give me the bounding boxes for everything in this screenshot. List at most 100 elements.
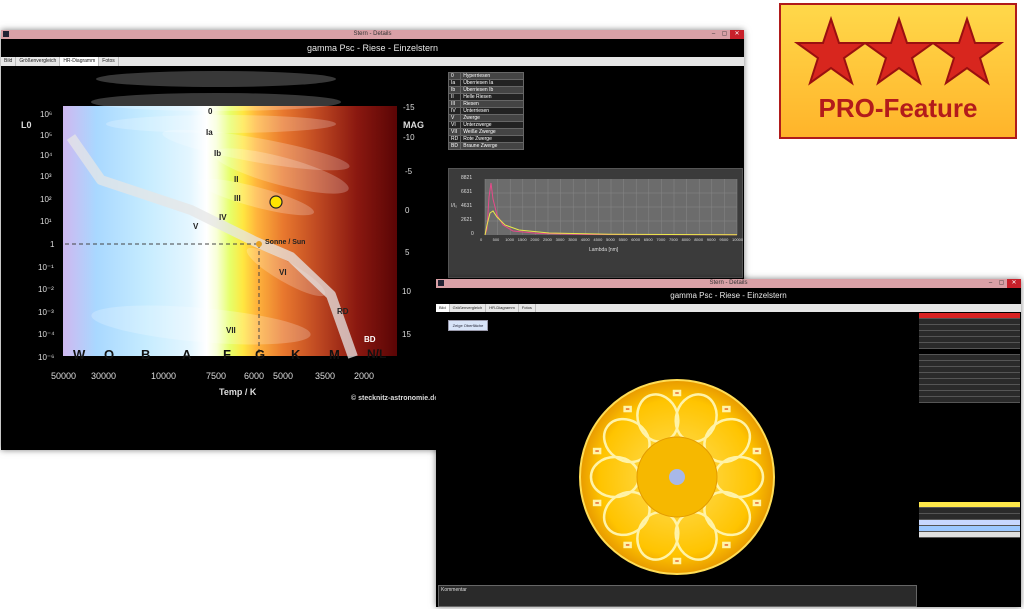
legend-code: Ib — [447, 86, 462, 94]
surface-marker — [672, 557, 682, 565]
legend-row: Ia Überriesen Ia — [447, 79, 525, 87]
tab-groessenvergleich[interactable]: Größenvergleich — [450, 304, 487, 312]
legend-code: V — [447, 114, 462, 122]
stars-graphic — [793, 15, 1005, 86]
lumclass-label: VII — [226, 326, 236, 335]
maximize-button[interactable]: ▢ — [996, 279, 1007, 288]
legend-code: II — [447, 93, 462, 101]
spectrum-x-tick: 2000 — [530, 237, 540, 242]
legend-code: III — [447, 100, 462, 108]
surface-marker — [722, 541, 731, 549]
comment-box[interactable]: Kommentar — [438, 585, 917, 607]
legend-info-panel — [919, 502, 1020, 538]
legend-desc: Hyperriesen — [460, 72, 525, 80]
star-icon — [861, 15, 937, 86]
mag-axis-label: MAG — [403, 120, 424, 130]
window-titlebar[interactable]: Stern - Details – ▢ ✕ — [436, 279, 1021, 288]
tab-hr-diagramm[interactable]: HR-Diagramm — [60, 57, 100, 66]
spectrum-x-tick: 9500 — [719, 237, 729, 242]
spectrum-y-label: I/I₀ — [451, 203, 458, 209]
tab-bild[interactable]: Bild — [436, 304, 450, 312]
lum-tick: 10⁻⁴ — [38, 330, 55, 339]
lumclass-label: Ia — [206, 128, 213, 137]
star-icon — [793, 15, 869, 86]
temp-tick: 2000 — [354, 371, 375, 381]
mag-tick: 0 — [405, 206, 410, 215]
lumclass-label: V — [193, 222, 199, 231]
lumclass-label: III — [234, 194, 241, 203]
star-marker[interactable] — [269, 195, 283, 209]
spectral-class: A — [182, 347, 192, 362]
temp-tick: 6000 — [244, 371, 265, 381]
spectrum-x-tick: 3500 — [568, 237, 578, 242]
temp-tick: 5000 — [273, 371, 294, 381]
mag-tick: -15 — [403, 103, 415, 112]
spectrum-x-tick: 4000 — [580, 237, 590, 242]
tab-bild[interactable]: Bild — [1, 57, 17, 66]
spectrum-x-tick: 9000 — [706, 237, 716, 242]
show-surface-button[interactable]: Zeige Oberfläche — [448, 320, 488, 331]
star-subtitle: gamma Psc - Riese - Einzelstern — [436, 288, 1021, 304]
tab-groessenvergleich[interactable]: Größenvergleich — [16, 57, 61, 66]
lum-class-legend: 0 Hyperriesen Ia Überriesen Ia Ib Überriese… — [447, 72, 525, 150]
temp-tick: 50000 — [51, 371, 77, 381]
spectrum-x-tick: 10000 — [732, 237, 744, 242]
tab-fotos[interactable]: Fotos — [99, 57, 119, 66]
app-icon — [3, 31, 9, 37]
spectrum-x-tick: 6000 — [631, 237, 641, 242]
temp-tick: 7500 — [206, 371, 227, 381]
spectrum-y-tick: 0 — [471, 231, 474, 237]
lumclass-label: 0 — [208, 107, 213, 116]
lumclass-label: II — [234, 175, 239, 184]
legend-code: VII — [447, 128, 462, 136]
sun-label: Sonne / Sun — [265, 239, 306, 246]
temp-axis-label: Temp / K — [219, 387, 257, 397]
spectrum-x-tick: 6500 — [643, 237, 653, 242]
lum-tick: 10⁻² — [38, 285, 54, 294]
tab-fotos[interactable]: Fotos — [519, 304, 536, 312]
legend-desc: Rote Zwerge — [460, 135, 525, 143]
temp-tick: 30000 — [91, 371, 117, 381]
spectrum-x-tick: 2500 — [543, 237, 552, 242]
lum-tick: 10¹ — [40, 217, 52, 226]
surface-marker — [722, 405, 731, 413]
spectrum-y-tick: 4631 — [461, 203, 473, 209]
mag-tick: 5 — [405, 248, 410, 257]
window-titlebar[interactable]: Stern - Details – ▢ ✕ — [1, 30, 744, 39]
legend-code: Ia — [447, 79, 462, 87]
legend-code: IV — [447, 107, 462, 115]
legend-row: IV Unterriesen — [447, 107, 525, 115]
close-button[interactable]: ✕ — [1007, 279, 1021, 288]
lum-tick: 10⁻³ — [38, 308, 54, 317]
star-core — [669, 469, 685, 485]
lumclass-label: Ib — [214, 149, 222, 158]
spectrum-x-tick: 5500 — [618, 237, 628, 242]
legend-desc: Unterriesen — [460, 107, 525, 115]
copyright-text: © stecknitz-astronomie.de — [351, 395, 439, 402]
band-ia — [91, 93, 341, 111]
legend-row: RD Rote Zwerge — [447, 135, 525, 143]
close-button[interactable]: ✕ — [730, 30, 744, 39]
tab-hr-diagramm[interactable]: HR-Diagramm — [486, 304, 519, 312]
spectrum-y-tick: 8821 — [461, 175, 473, 181]
spectrum-x-tick: 8000 — [681, 237, 691, 242]
minimize-button[interactable]: – — [985, 279, 996, 288]
spectrum-x-tick: 7000 — [656, 237, 666, 242]
mag-tick: -10 — [403, 133, 415, 142]
lum-tick: 1 — [50, 240, 55, 249]
lum-tick: 10⁶ — [40, 110, 53, 119]
lum-tick: 10⁻⁶ — [38, 353, 55, 362]
spectrum-x-label: Lambda [nm] — [589, 247, 619, 253]
star-icon — [929, 15, 1005, 86]
spectrum-y-tick: 2621 — [461, 217, 473, 223]
sun-marker — [256, 241, 262, 247]
legend-desc: Zwerge — [460, 114, 525, 122]
maximize-button[interactable]: ▢ — [719, 30, 730, 39]
star-surface-render — [579, 379, 775, 575]
minimize-button[interactable]: – — [708, 30, 719, 39]
lum-tick: 10⁵ — [40, 131, 53, 140]
legend-row: Ib Überriesen Ib — [447, 86, 525, 94]
tab-bar: Bild Größenvergleich HR-Diagramm Fotos — [1, 57, 744, 66]
spectrum-x-tick: 4500 — [593, 237, 603, 242]
star-subtitle: gamma Psc - Riese - Einzelstern — [1, 39, 744, 57]
